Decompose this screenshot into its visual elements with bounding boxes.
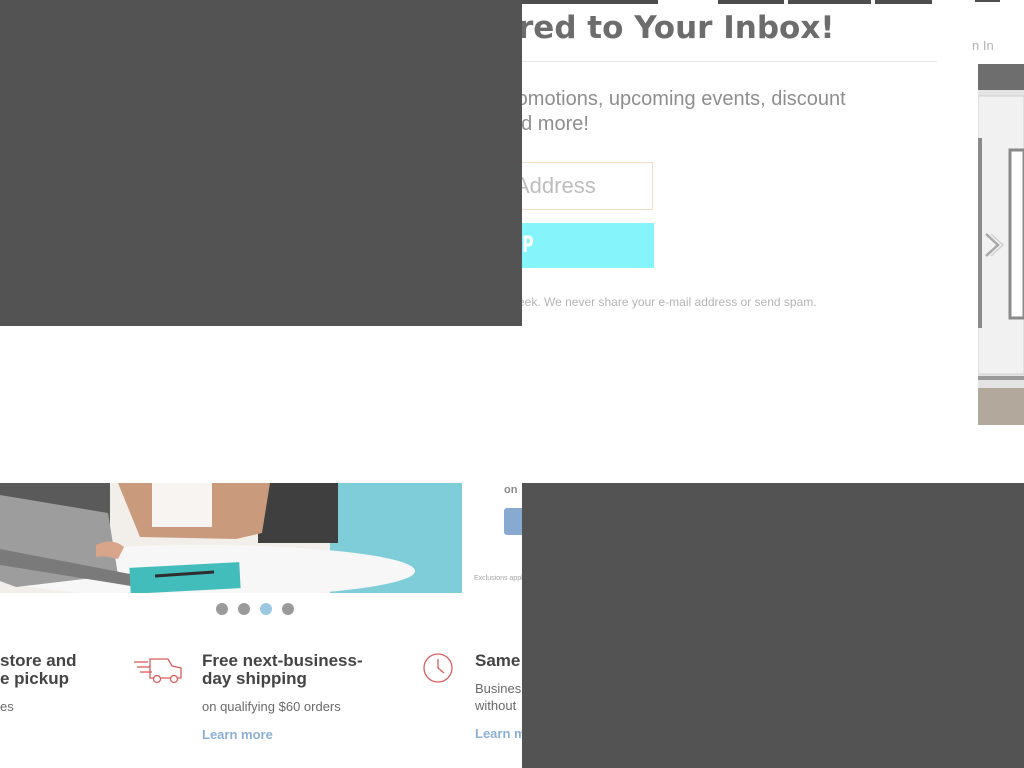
delivery-truck-icon xyxy=(132,655,184,690)
modal-backdrop-overlay[interactable] xyxy=(0,0,522,326)
carousel-dot-active[interactable] xyxy=(260,603,272,615)
sign-up-button[interactable]: SIGN UP xyxy=(500,223,654,268)
modal-description: romotions, upcoming events, discount nd … xyxy=(510,88,846,135)
promo-fine-print: Exclusions apply xyxy=(474,575,527,582)
feature-subtitle-shipping: on qualifying $60 orders xyxy=(202,699,341,714)
promo-label: on xyxy=(504,484,518,496)
hero-photo-illustration xyxy=(0,483,462,593)
promo-button[interactable] xyxy=(504,508,522,535)
modal-divider xyxy=(500,61,937,62)
sign-in-link[interactable]: n In xyxy=(972,38,994,53)
carousel-indicators xyxy=(216,603,294,615)
learn-more-link[interactable]: Learn more xyxy=(202,727,273,742)
feature-subtitle-same-day: Busines without xyxy=(475,681,522,713)
feature-subtitle-pickup: es xyxy=(0,699,14,714)
top-nav-tab[interactable] xyxy=(522,0,658,4)
top-nav-tab[interactable] xyxy=(875,0,932,4)
feature-title-shipping: Free next-business- day shipping xyxy=(202,651,363,688)
top-nav-tab[interactable] xyxy=(788,0,871,4)
top-nav-tab[interactable] xyxy=(718,0,784,4)
carousel-dot[interactable] xyxy=(282,603,294,615)
nav-bar-edge xyxy=(978,64,1024,90)
carousel-next-arrow-icon[interactable] xyxy=(982,230,1005,265)
carousel-dot[interactable] xyxy=(216,603,228,615)
email-address-input[interactable] xyxy=(500,162,653,210)
feature-title-same-day: Same xyxy=(475,651,521,670)
feature-title-pickup: store and e pickup xyxy=(0,651,77,688)
top-nav-tab[interactable] xyxy=(975,0,1000,2)
clock-icon xyxy=(422,652,454,689)
modal-title: red to Your Inbox! xyxy=(518,10,835,46)
modal-fine-print: eek. We never share your e-mail address … xyxy=(518,295,817,309)
hero-image[interactable] xyxy=(0,483,462,593)
modal-backdrop-overlay[interactable] xyxy=(522,483,1024,768)
carousel-dot[interactable] xyxy=(238,603,250,615)
learn-more-link-same-day[interactable]: Learn m xyxy=(475,726,526,741)
